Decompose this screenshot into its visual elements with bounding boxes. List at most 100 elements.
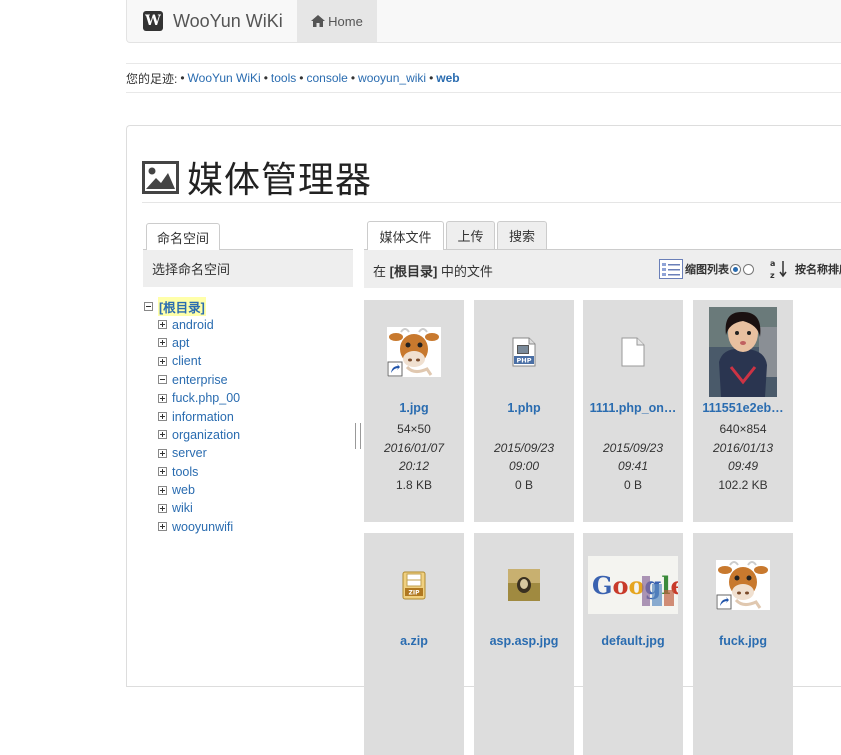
cow-shortcut-icon[interactable]	[364, 327, 464, 377]
tree-item-enterprise[interactable]: enterprise	[144, 371, 240, 389]
breadcrumb-prefix: 您的足迹:	[126, 71, 178, 86]
sort-az-icon: a z	[770, 259, 787, 280]
plus-icon[interactable]	[158, 467, 167, 477]
breadcrumb-link[interactable]: wooyun_wiki	[358, 71, 426, 85]
file-card[interactable]: 111551e2eb… 640×854 2016/01/13 09:49 102.2 K…	[693, 300, 793, 522]
google-logo-image[interactable]: Google	[583, 556, 683, 614]
breadcrumb-separator: •	[299, 71, 304, 85]
file-card[interactable]: fuck.jpg	[693, 533, 793, 755]
tree-item-label[interactable]: wooyunwifi	[172, 520, 233, 534]
tree-item-wooyunwifi[interactable]: wooyunwifi	[144, 518, 240, 536]
tree-item-label[interactable]: information	[172, 410, 234, 424]
file-name-link[interactable]: fuck.jpg	[693, 634, 793, 648]
cow-shortcut-icon[interactable]	[693, 560, 793, 610]
tree-item-server[interactable]: server	[144, 444, 240, 462]
tree-root-label[interactable]: [根目录]	[158, 296, 206, 316]
tree-item-android[interactable]: android	[144, 315, 240, 333]
nav-home-label: Home	[328, 13, 363, 29]
tree-item-label[interactable]: tools	[172, 465, 198, 479]
page-heading: 媒体管理器	[142, 151, 372, 203]
file-card[interactable]: ZIP a.zip	[364, 533, 464, 755]
tree-item-label[interactable]: fuck.php_00	[172, 391, 240, 405]
file-name-link[interactable]: 1.jpg	[364, 401, 464, 415]
plus-icon[interactable]	[158, 338, 167, 348]
file-date: 2015/09/23	[602, 441, 664, 455]
thumbnail-list-icon	[659, 259, 683, 279]
tree-item-apt[interactable]: apt	[144, 334, 240, 352]
tree-item-web[interactable]: web	[144, 481, 240, 499]
files-header-label: 在 [根目录] 中的文件	[373, 261, 493, 280]
file-card[interactable]: 1111.php_on… 2015/09/23 09:41 0 B	[583, 300, 683, 522]
rows-radio[interactable]	[743, 263, 754, 275]
namespace-tree: [根目录] android apt client enterprise fuck.php…	[144, 296, 240, 536]
file-name-link[interactable]: a.zip	[364, 634, 464, 648]
plus-icon[interactable]	[158, 430, 167, 440]
tab-media-files[interactable]: 媒体文件	[367, 221, 444, 250]
breadcrumb-link[interactable]: tools	[271, 71, 296, 85]
plus-icon[interactable]	[158, 485, 167, 495]
tree-item-label[interactable]: enterprise	[172, 373, 228, 387]
tree-item-label[interactable]: client	[172, 354, 201, 368]
breadcrumb-current[interactable]: web	[436, 71, 459, 85]
file-dims: 640×854	[719, 422, 767, 436]
plus-icon[interactable]	[158, 412, 167, 422]
file-name-link[interactable]: 1111.php_on…	[583, 401, 683, 415]
file-card[interactable]: 1.jpg 54×50 2016/01/07 20:12 1.8 KB	[364, 300, 464, 522]
minus-icon[interactable]	[144, 301, 153, 311]
plus-icon[interactable]	[158, 448, 167, 458]
file-card[interactable]: asp.asp.jpg	[474, 533, 574, 755]
portrait-photo[interactable]	[693, 307, 793, 397]
file-name-link[interactable]: 1.php	[474, 401, 574, 415]
minus-icon[interactable]	[158, 375, 167, 385]
file-date: 2016/01/13	[712, 441, 774, 455]
file-date: 2015/09/23	[493, 441, 555, 455]
wiki-logo-icon: W	[143, 11, 163, 31]
media-manager-panel: 媒体管理器 命名空间 选择命名空间 [根目录] android apt client…	[126, 125, 841, 755]
tree-item-client[interactable]: client	[144, 352, 240, 370]
page-title: 媒体管理器	[187, 159, 373, 200]
blank-file-icon[interactable]	[583, 337, 683, 367]
breadcrumb-link[interactable]: WooYun WiKi	[188, 71, 261, 85]
tree-item-wiki[interactable]: wiki	[144, 499, 240, 517]
brand-link[interactable]: W WooYun WiKi	[143, 7, 283, 35]
tree-item-organization[interactable]: organization	[144, 426, 240, 444]
sort-label: 按名称排序	[795, 264, 841, 276]
tree-root[interactable]: [根目录]	[144, 296, 240, 316]
small-photo[interactable]	[474, 569, 574, 601]
tab-search[interactable]: 搜索	[497, 221, 547, 249]
file-name-link[interactable]: default.jpg	[583, 634, 683, 648]
breadcrumb-separator: •	[429, 71, 434, 85]
file-size: 0 B	[623, 478, 642, 492]
breadcrumb-link[interactable]: console	[306, 71, 347, 85]
tree-item-label[interactable]: wiki	[172, 501, 193, 515]
file-card[interactable]: Google default.jpg	[583, 533, 683, 755]
tab-namespace[interactable]: 命名空间	[146, 223, 220, 250]
file-size: 102.2 KB	[718, 478, 768, 492]
plus-icon[interactable]	[158, 503, 167, 513]
tree-item-label[interactable]: android	[172, 318, 214, 332]
plus-icon[interactable]	[158, 356, 167, 366]
plus-icon[interactable]	[158, 320, 167, 330]
image-icon	[142, 160, 179, 194]
zip-file-icon[interactable]: ZIP	[364, 570, 464, 600]
file-name-link[interactable]: 111551e2eb…	[693, 401, 793, 415]
file-card[interactable]: PHP 1.php 2015/09/23 09:00 0 B	[474, 300, 574, 522]
header-suffix: 中的文件	[437, 264, 493, 279]
svg-text:a: a	[770, 259, 775, 268]
tree-item-label[interactable]: web	[172, 483, 195, 497]
tree-item-label[interactable]: apt	[172, 336, 189, 350]
plus-icon[interactable]	[158, 393, 167, 403]
tree-item-fuck-php-00[interactable]: fuck.php_00	[144, 389, 240, 407]
tree-item-label[interactable]: organization	[172, 428, 240, 442]
nav-home-link[interactable]: Home	[297, 0, 377, 42]
panel-resize-handle[interactable]	[355, 423, 361, 449]
thumbnails-radio[interactable]	[730, 263, 741, 275]
tree-item-label[interactable]: server	[172, 446, 207, 460]
tree-item-information[interactable]: information	[144, 407, 240, 425]
file-size: 1.8 KB	[395, 478, 433, 492]
php-file-icon[interactable]: PHP	[474, 337, 574, 367]
tree-item-tools[interactable]: tools	[144, 463, 240, 481]
plus-icon[interactable]	[158, 522, 167, 532]
tab-upload[interactable]: 上传	[446, 221, 495, 249]
file-name-link[interactable]: asp.asp.jpg	[474, 634, 574, 648]
